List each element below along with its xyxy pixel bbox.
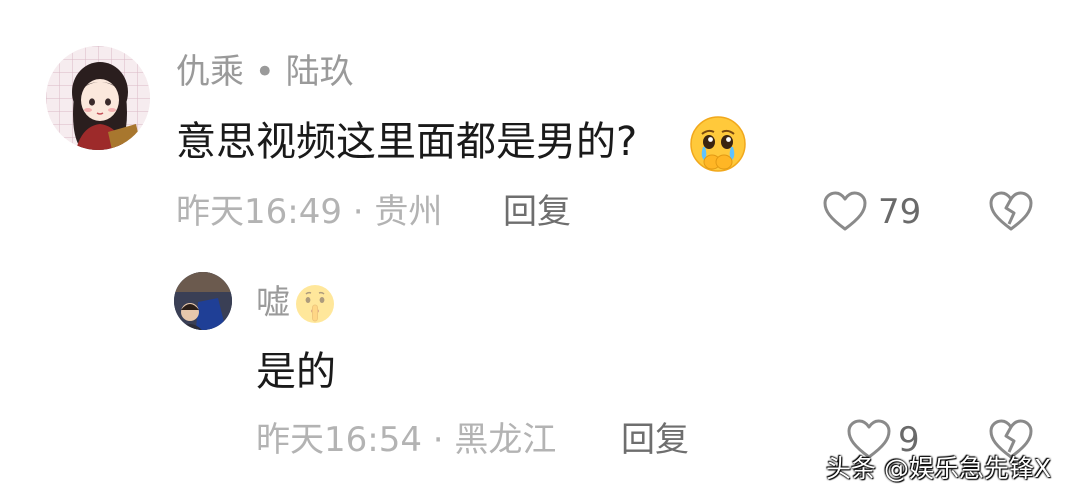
comment-reply-button[interactable]: 回复: [503, 191, 571, 233]
reply-author-avatar[interactable]: [174, 272, 232, 330]
shushing-face-icon: [294, 283, 336, 325]
comment-like-heart-icon[interactable]: [822, 190, 868, 232]
comment-text: 意思视频这里面都是男的?: [176, 119, 638, 165]
comment-like-count: 79: [878, 192, 922, 232]
pleading-face-with-tears-icon: [688, 114, 748, 174]
comment-time-location: 昨天16:49 · 贵州: [176, 192, 443, 232]
comment-dislike-broken-heart-icon[interactable]: [988, 190, 1034, 232]
reply-author-name[interactable]: 嘘: [256, 282, 290, 324]
comment-author-name[interactable]: 仇乘 • 陆玖: [176, 52, 354, 92]
reply-time-location: 昨天16:54 · 黑龙江: [256, 420, 557, 460]
comment-author-avatar[interactable]: [46, 46, 150, 150]
reply-text: 是的: [256, 349, 336, 395]
watermark: 头条 @娱乐急先锋X: [826, 454, 1052, 483]
reply-reply-button[interactable]: 回复: [621, 419, 689, 461]
